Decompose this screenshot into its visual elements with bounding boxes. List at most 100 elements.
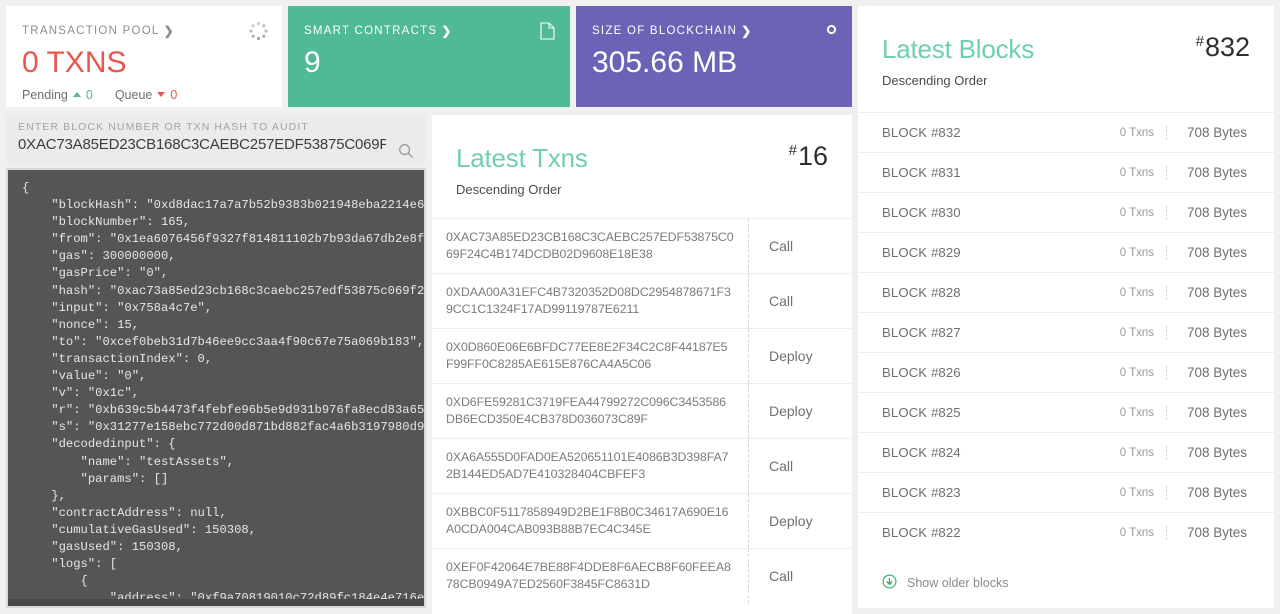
latest-txns-list: 0XAC73A85ED23CB168C3CAEBC257EDF53875C069… — [432, 218, 852, 603]
latest-blocks-panel: Latest Blocks Descending Order #832 BLOC… — [858, 6, 1274, 608]
pending-value: 0 — [85, 87, 93, 102]
block-txn-count: 0 Txns — [1119, 366, 1154, 379]
latest-blocks-header: Latest Blocks Descending Order #832 — [858, 6, 1274, 88]
block-name: BLOCK #823 — [882, 485, 961, 500]
block-name: BLOCK #829 — [882, 245, 961, 260]
latest-txns-subtitle: Descending Order — [456, 182, 562, 197]
block-name: BLOCK #832 — [882, 125, 961, 140]
document-icon — [540, 22, 555, 45]
block-txn-count: 0 Txns — [1119, 246, 1154, 259]
block-row[interactable]: BLOCK #829 0 Txns 708 Bytes — [858, 232, 1274, 272]
transaction-pool-title-label: TRANSACTION POOL — [22, 25, 160, 37]
block-size: 708 Bytes — [1166, 245, 1274, 260]
txn-hash: 0XA6A555D0FAD0EA520651101E4086B3D398FA72… — [446, 450, 729, 481]
txn-row[interactable]: 0X0D860E06E6BFDC77EE8E2F34C2C8F44187E5F9… — [432, 328, 852, 383]
chevron-right-icon: ❯ — [163, 24, 174, 38]
transaction-pool-title: TRANSACTION POOL ❯ — [22, 24, 266, 38]
block-size: 708 Bytes — [1166, 285, 1274, 300]
block-row[interactable]: BLOCK #826 0 Txns 708 Bytes — [858, 352, 1274, 392]
txn-hash: 0XDAA00A31EFC4B7320352D08DC2954878671F39… — [446, 285, 731, 316]
pending-label: Pending — [22, 87, 68, 102]
latest-blocks-list: BLOCK #832 0 Txns 708 Bytes BLOCK #831 0 Txn… — [858, 112, 1274, 552]
smart-contracts-card[interactable]: SMART CONTRACTS ❯ 9 — [288, 6, 570, 107]
show-older-blocks-button[interactable]: Show older blocks — [858, 552, 1274, 592]
latest-blocks-count-value: 832 — [1204, 32, 1250, 62]
txn-type: Call — [748, 549, 852, 603]
block-size: 708 Bytes — [1166, 365, 1274, 380]
block-txn-count: 0 Txns — [1119, 526, 1154, 539]
queue-group: Queue 0 — [115, 88, 177, 102]
block-size: 708 Bytes — [1166, 485, 1274, 500]
txn-row[interactable]: 0XA6A555D0FAD0EA520651101E4086B3D398FA72… — [432, 438, 852, 493]
txn-row[interactable]: 0XDAA00A31EFC4B7320352D08DC2954878671F39… — [432, 273, 852, 328]
block-row[interactable]: BLOCK #827 0 Txns 708 Bytes — [858, 312, 1274, 352]
download-circle-icon — [882, 574, 897, 592]
hash-symbol: # — [1195, 33, 1204, 50]
block-row[interactable]: BLOCK #832 0 Txns 708 Bytes — [858, 112, 1274, 152]
transaction-pool-value: 0 TXNS — [22, 46, 127, 79]
chevron-right-icon: ❯ — [441, 24, 452, 38]
queue-value: 0 — [170, 87, 178, 102]
txn-row[interactable]: 0XAC73A85ED23CB168C3CAEBC257EDF53875C069… — [432, 218, 852, 273]
block-txn-count: 0 Txns — [1119, 486, 1154, 499]
txn-type: Call — [748, 219, 852, 273]
smart-contracts-title-label: SMART CONTRACTS — [304, 25, 438, 37]
block-size: 708 Bytes — [1166, 165, 1274, 180]
txn-hash: 0XD6FE59281C3719FEA44799272C096C3453586D… — [446, 395, 726, 426]
blockchain-explorer-dashboard: TRANSACTION POOL ❯ 0 TXNS Pending 0 Queu… — [0, 0, 1280, 614]
block-txn-count: 0 Txns — [1119, 286, 1154, 299]
block-txn-count: 0 Txns — [1119, 446, 1154, 459]
block-size: 708 Bytes — [1166, 525, 1274, 540]
chevron-right-icon: ❯ — [741, 24, 752, 38]
txn-row[interactable]: 0XBBC0F5117858949D2BE1F8B0C34617A690E16A… — [432, 493, 852, 548]
block-name: BLOCK #825 — [882, 405, 961, 420]
txn-type: Call — [748, 274, 852, 328]
audit-panel: ENTER BLOCK NUMBER OR TXN HASH TO AUDIT … — [6, 115, 426, 608]
txn-type: Deploy — [748, 329, 852, 383]
block-name: BLOCK #824 — [882, 445, 961, 460]
size-of-blockchain-title: SIZE OF BLOCKCHAIN ❯ — [592, 24, 836, 38]
latest-txns-count: #16 — [789, 141, 828, 172]
json-viewer-panel[interactable]: { "blockHash": "0xd8dac17a7a7b52b9383b02… — [6, 168, 426, 608]
block-name: BLOCK #830 — [882, 205, 961, 220]
show-older-blocks-label: Show older blocks — [907, 576, 1009, 590]
block-name: BLOCK #831 — [882, 165, 961, 180]
block-row[interactable]: BLOCK #823 0 Txns 708 Bytes — [858, 472, 1274, 512]
txn-hash: 0X0D860E06E6BFDC77EE8E2F34C2C8F44187E5F9… — [446, 340, 728, 371]
block-row[interactable]: BLOCK #824 0 Txns 708 Bytes — [858, 432, 1274, 472]
hash-symbol: # — [788, 142, 797, 159]
transaction-pool-card[interactable]: TRANSACTION POOL ❯ 0 TXNS Pending 0 Queu… — [6, 6, 282, 107]
size-of-blockchain-card[interactable]: SIZE OF BLOCKCHAIN ❯ 305.66 MB — [576, 6, 852, 107]
json-viewer-content: { "blockHash": "0xd8dac17a7a7b52b9383b02… — [22, 181, 426, 605]
block-size: 708 Bytes — [1166, 205, 1274, 220]
latest-blocks-subtitle: Descending Order — [882, 73, 988, 88]
txn-row[interactable]: 0XEF0F42064E7BE88F4DDE8F6AECB8F60FEEA878… — [432, 548, 852, 603]
latest-txns-header: Latest Txns Descending Order #16 — [432, 115, 852, 197]
circle-icon — [826, 22, 837, 40]
smart-contracts-value: 9 — [304, 46, 321, 79]
block-row[interactable]: BLOCK #828 0 Txns 708 Bytes — [858, 272, 1274, 312]
size-of-blockchain-value: 305.66 MB — [592, 46, 738, 79]
block-row[interactable]: BLOCK #831 0 Txns 708 Bytes — [858, 152, 1274, 192]
block-txn-count: 0 Txns — [1119, 166, 1154, 179]
json-horizontal-scrollbar[interactable] — [8, 599, 424, 606]
block-txn-count: 0 Txns — [1119, 326, 1154, 339]
latest-blocks-count: #832 — [1196, 32, 1250, 63]
search-box[interactable]: ENTER BLOCK NUMBER OR TXN HASH TO AUDIT — [6, 115, 426, 163]
txn-type: Call — [748, 439, 852, 493]
block-size: 708 Bytes — [1166, 445, 1274, 460]
txn-hash: 0XBBC0F5117858949D2BE1F8B0C34617A690E16A… — [446, 505, 729, 536]
search-label: ENTER BLOCK NUMBER OR TXN HASH TO AUDIT — [18, 121, 309, 133]
txn-type: Deploy — [748, 384, 852, 438]
search-icon[interactable] — [398, 143, 414, 164]
txn-row[interactable]: 0XD6FE59281C3719FEA44799272C096C3453586D… — [432, 383, 852, 438]
txn-type: Deploy — [748, 494, 852, 548]
block-row[interactable]: BLOCK #822 0 Txns 708 Bytes — [858, 512, 1274, 552]
block-txn-count: 0 Txns — [1119, 406, 1154, 419]
triangle-up-icon — [72, 92, 81, 97]
block-row[interactable]: BLOCK #830 0 Txns 708 Bytes — [858, 192, 1274, 232]
size-of-blockchain-title-label: SIZE OF BLOCKCHAIN — [592, 25, 738, 37]
search-input[interactable] — [18, 133, 386, 153]
block-row[interactable]: BLOCK #825 0 Txns 708 Bytes — [858, 392, 1274, 432]
txn-hash: 0XAC73A85ED23CB168C3CAEBC257EDF53875C069… — [446, 230, 734, 261]
